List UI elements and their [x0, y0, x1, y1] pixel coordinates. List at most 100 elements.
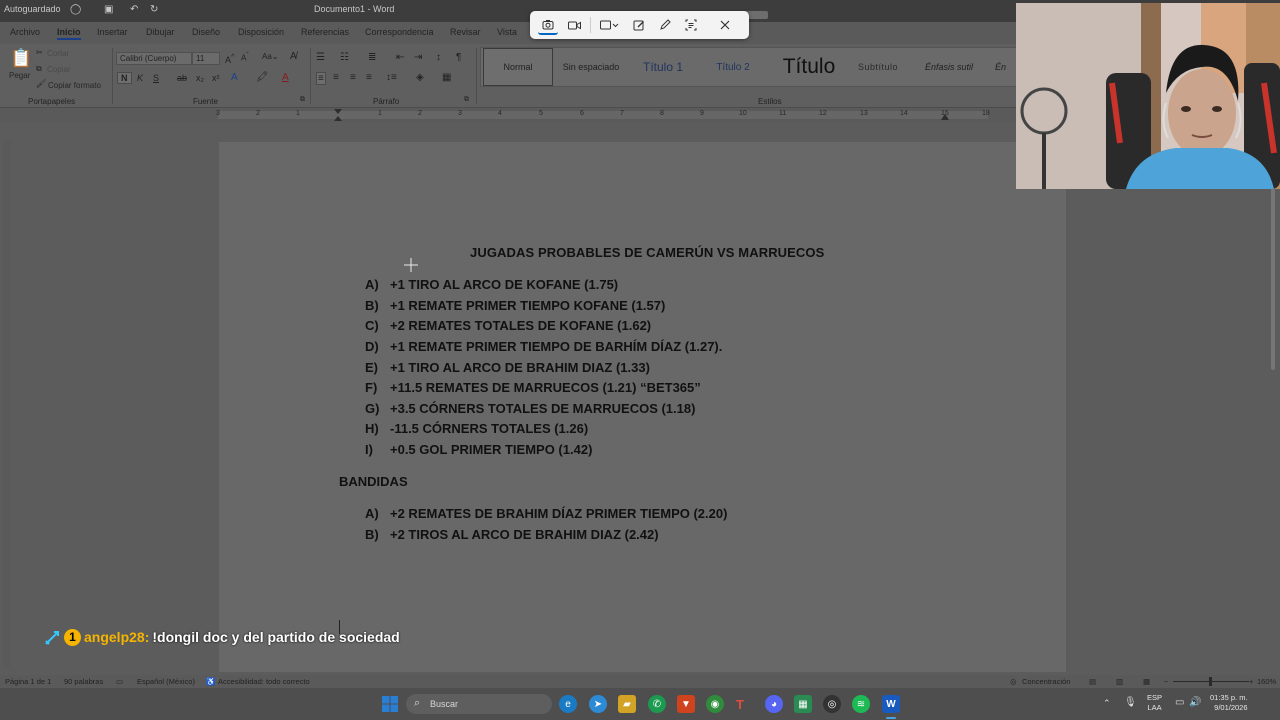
align-center-icon[interactable]: ≡: [333, 72, 339, 83]
autosave-label[interactable]: Autoguardado: [4, 4, 61, 14]
strikethrough-icon[interactable]: ab: [177, 73, 187, 83]
subscript-icon[interactable]: x₂: [196, 73, 204, 83]
justify-icon[interactable]: ≡: [366, 72, 372, 83]
page-count[interactable]: Página 1 de 1: [5, 677, 51, 686]
whatsapp-icon[interactable]: ✆: [648, 695, 666, 713]
zoom-out-icon[interactable]: −: [1164, 677, 1168, 686]
pen-icon[interactable]: [655, 15, 675, 35]
proofing-icon[interactable]: ▭: [116, 677, 123, 686]
tab-revisar[interactable]: Revisar: [450, 27, 481, 37]
volume-icon[interactable]: 🔊: [1189, 697, 1201, 708]
bullets-icon[interactable]: ☰: [316, 52, 325, 63]
language-indicator[interactable]: ESP LAA: [1147, 693, 1162, 713]
sort-icon[interactable]: ↕: [436, 52, 441, 63]
zoom-slider-thumb[interactable]: [1209, 677, 1212, 686]
text-extract-icon[interactable]: [681, 15, 701, 35]
font-color-icon[interactable]: A: [282, 72, 289, 83]
highlight-icon[interactable]: 🖍: [256, 72, 269, 83]
taskbar-search-box[interactable]: ⌕ Buscar: [406, 694, 552, 714]
undo-icon[interactable]: ↶: [130, 4, 142, 16]
paragraph-dialog-launcher-icon[interactable]: ⧉: [464, 96, 469, 104]
edit-icon[interactable]: [629, 15, 649, 35]
align-left-icon[interactable]: ≡: [316, 72, 326, 85]
focus-mode-button[interactable]: Concentración: [1022, 677, 1070, 686]
style-enfasis-sutil[interactable]: Énfasis sutil: [915, 48, 983, 86]
camera-icon[interactable]: [538, 15, 558, 35]
font-dialog-launcher-icon[interactable]: ⧉: [300, 96, 305, 104]
language-status[interactable]: Español (México): [137, 677, 195, 686]
numbering-icon[interactable]: ☷: [340, 52, 349, 63]
microphone-icon[interactable]: 🎙: [1124, 697, 1137, 708]
discord-icon[interactable]: ◕: [765, 695, 783, 713]
shrink-font-icon[interactable]: Aˇ: [241, 52, 249, 63]
style-normal[interactable]: Normal: [483, 48, 553, 86]
vertical-scrollbar[interactable]: [1268, 120, 1278, 675]
accessibility-status[interactable]: Accesibilidad: todo correcto: [218, 677, 310, 686]
show-marks-icon[interactable]: ¶: [456, 52, 461, 63]
text-effects-icon[interactable]: A: [231, 72, 238, 83]
increase-indent-icon[interactable]: ⇥: [414, 52, 422, 63]
tab-vista[interactable]: Vista: [497, 27, 517, 37]
copy-button[interactable]: Copiar: [47, 65, 71, 74]
spreadsheet-icon[interactable]: ▦: [794, 695, 812, 713]
copy-icon[interactable]: ⧉: [36, 64, 42, 74]
zoom-level[interactable]: 160%: [1257, 677, 1276, 686]
style-titulo-1[interactable]: Título 1: [629, 48, 697, 86]
cut-button[interactable]: Cortar: [47, 49, 69, 58]
obs-icon[interactable]: ◎: [823, 695, 841, 713]
edge-icon[interactable]: e: [559, 695, 577, 713]
italic-button[interactable]: K: [137, 73, 143, 83]
focus-icon[interactable]: ◎: [1010, 677, 1017, 686]
autosave-toggle-icon[interactable]: ◯: [70, 4, 82, 16]
vertical-ruler[interactable]: [3, 140, 11, 670]
style-subtitulo[interactable]: Subtítulo: [851, 48, 905, 86]
telegram-icon[interactable]: ➤: [589, 695, 607, 713]
style-sin-espaciado[interactable]: Sin espaciado: [557, 48, 625, 86]
decrease-indent-icon[interactable]: ⇤: [396, 52, 404, 63]
format-painter-button[interactable]: Copiar formato: [48, 81, 101, 90]
bold-button[interactable]: N: [117, 72, 132, 84]
chrome-icon[interactable]: ◉: [706, 695, 724, 713]
font-name-select[interactable]: Calibri (Cuerpo): [116, 52, 192, 65]
paste-button[interactable]: Pegar: [9, 71, 30, 80]
tab-inicio[interactable]: Inicio: [57, 27, 81, 40]
video-icon[interactable]: [564, 15, 584, 35]
grow-font-icon[interactable]: A^: [225, 52, 235, 65]
superscript-icon[interactable]: x²: [212, 73, 220, 83]
shading-icon[interactable]: ◈: [416, 72, 424, 83]
multilevel-list-icon[interactable]: ≣: [368, 52, 376, 63]
word-count[interactable]: 90 palabras: [64, 677, 103, 686]
tab-archivo[interactable]: Archivo: [10, 27, 40, 37]
borders-icon[interactable]: ▦: [442, 72, 451, 83]
align-right-icon[interactable]: ≡: [350, 72, 356, 83]
system-clock[interactable]: 01:35 p. m. 9/01/2026: [1210, 693, 1248, 713]
tab-disposicion[interactable]: Disposición: [238, 27, 284, 37]
tab-correspondencia[interactable]: Correspondencia: [365, 27, 434, 37]
change-case-icon[interactable]: Aa⌄: [262, 52, 279, 61]
indent-marker-icon[interactable]: [334, 109, 342, 121]
rect-select-icon[interactable]: [597, 15, 623, 35]
accessibility-icon[interactable]: ♿: [206, 677, 215, 686]
clear-format-icon[interactable]: A̸: [290, 51, 297, 62]
file-explorer-icon[interactable]: ▰: [618, 695, 636, 713]
tab-dibujar[interactable]: Dibujar: [146, 27, 175, 37]
spotify-icon[interactable]: ≋: [852, 695, 870, 713]
tab-diseno[interactable]: Diseño: [192, 27, 220, 37]
tab-referencias[interactable]: Referencias: [301, 27, 349, 37]
right-indent-marker-icon[interactable]: [941, 114, 949, 120]
format-painter-icon[interactable]: 🖌: [36, 79, 46, 88]
line-spacing-icon[interactable]: ↕≡: [386, 72, 397, 83]
redo-icon[interactable]: ↻: [150, 4, 162, 16]
network-icon[interactable]: ▭: [1175, 697, 1184, 708]
tab-insertar[interactable]: Insertar: [97, 27, 128, 37]
chevron-up-icon[interactable]: ⌃: [1103, 698, 1111, 709]
read-mode-icon[interactable]: ▤: [1089, 677, 1096, 686]
text-editor-icon[interactable]: T: [731, 695, 749, 713]
underline-button[interactable]: S: [153, 73, 159, 83]
brave-icon[interactable]: ▼: [677, 695, 695, 713]
word-icon[interactable]: W: [882, 695, 900, 713]
close-icon[interactable]: [715, 15, 735, 35]
windows-start-icon[interactable]: [381, 695, 399, 713]
style-titulo-2[interactable]: Título 2: [701, 48, 765, 86]
cut-icon[interactable]: ✂: [36, 48, 43, 57]
